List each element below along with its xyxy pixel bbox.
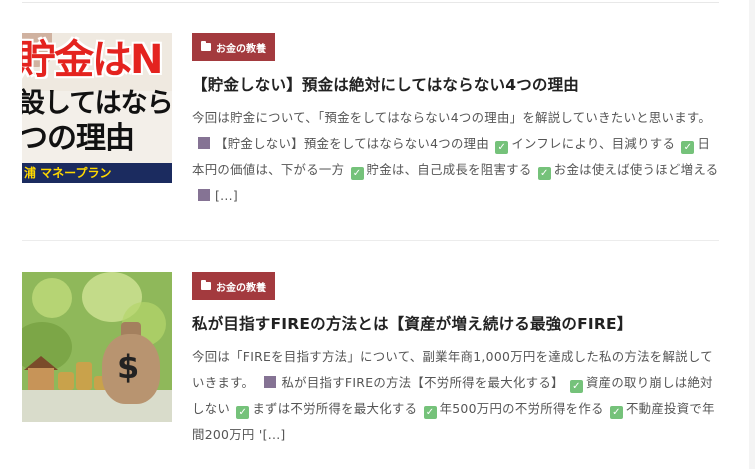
excerpt-intro: 今回は貯金について、「預金をしてはならない4つの理由」を解説していきたいと思いま… bbox=[192, 110, 712, 125]
article-title[interactable]: 私が目指すFIREの方法とは【資産が増え続ける最強のFIRE】 bbox=[192, 313, 720, 335]
article-thumbnail[interactable]: $ bbox=[22, 272, 172, 422]
read-more-link[interactable]: [...] bbox=[263, 427, 286, 442]
excerpt-point: お金は使えば使うほど増える bbox=[553, 162, 719, 177]
excerpt-point: 貯金は、自己成長を阻害する bbox=[366, 162, 532, 177]
excerpt-point: まずは不労所得を最大化する bbox=[252, 401, 418, 416]
square-icon bbox=[198, 137, 210, 149]
article-title[interactable]: 【貯金しない】預金は絶対にしてはならない4つの理由 bbox=[192, 74, 720, 96]
excerpt-heading: 【貯金しない】預金をしてはならない4つの理由 bbox=[215, 136, 490, 151]
coin-stack bbox=[58, 372, 74, 390]
read-more-link[interactable]: [...] bbox=[215, 188, 238, 203]
excerpt-point: インフレにより、目減りする bbox=[511, 136, 676, 151]
checkmark-icon: ✓ bbox=[423, 406, 437, 419]
checkmark-icon: ✓ bbox=[495, 141, 509, 154]
article-content: お金の教養 私が目指すFIREの方法とは【資産が増え続ける最強のFIRE】 今回… bbox=[192, 272, 720, 448]
article-content: お金の教養 【貯金しない】預金は絶対にしてはならない4つの理由 今回は貯金につい… bbox=[192, 33, 720, 209]
checkmark-icon: ✓ bbox=[609, 406, 623, 419]
folder-icon bbox=[201, 41, 211, 51]
folder-icon bbox=[201, 280, 211, 290]
coin-stack bbox=[76, 362, 92, 390]
top-divider bbox=[22, 2, 719, 3]
bokeh-shape bbox=[32, 278, 72, 318]
article-divider bbox=[22, 240, 719, 241]
dollar-sign: $ bbox=[117, 348, 140, 386]
thumbnail-footer: 浦 マネープラン bbox=[22, 163, 172, 183]
category-label: お金の教養 bbox=[216, 43, 266, 55]
thumbnail-subline-2: つの理由 bbox=[22, 121, 135, 156]
checkmark-icon: ✓ bbox=[537, 167, 551, 180]
thumbnail-headline: 貯金はN bbox=[22, 37, 163, 83]
square-icon bbox=[198, 189, 210, 201]
article-excerpt: 今回は貯金について、「預金をしてはならない4つの理由」を解説していきたいと思いま… bbox=[192, 105, 720, 209]
checkmark-icon: ✓ bbox=[236, 406, 250, 419]
checkmark-icon: ✓ bbox=[681, 141, 695, 154]
excerpt-heading: 私が目指すFIREの方法【不労所得を最大化する】 bbox=[281, 375, 564, 390]
checkmark-icon: ✓ bbox=[350, 167, 364, 180]
house-icon bbox=[28, 368, 54, 390]
category-badge[interactable]: お金の教養 bbox=[192, 33, 275, 61]
scrollbar-track[interactable] bbox=[749, 0, 755, 469]
checkmark-icon: ✓ bbox=[569, 380, 583, 393]
square-icon bbox=[264, 376, 277, 388]
category-label: お金の教養 bbox=[216, 282, 266, 294]
article-thumbnail[interactable]: 貯金はN 設してはならな つの理由 浦 マネープラン bbox=[22, 33, 172, 183]
article-excerpt: 今回は「FIREを目指す方法」について、副業年商1,000万円を達成した私の方法… bbox=[192, 344, 720, 448]
category-badge[interactable]: お金の教養 bbox=[192, 272, 275, 300]
excerpt-point: 年500万円の不労所得を作る bbox=[439, 401, 604, 416]
thumbnail-subline: 設してはならな bbox=[22, 88, 172, 119]
